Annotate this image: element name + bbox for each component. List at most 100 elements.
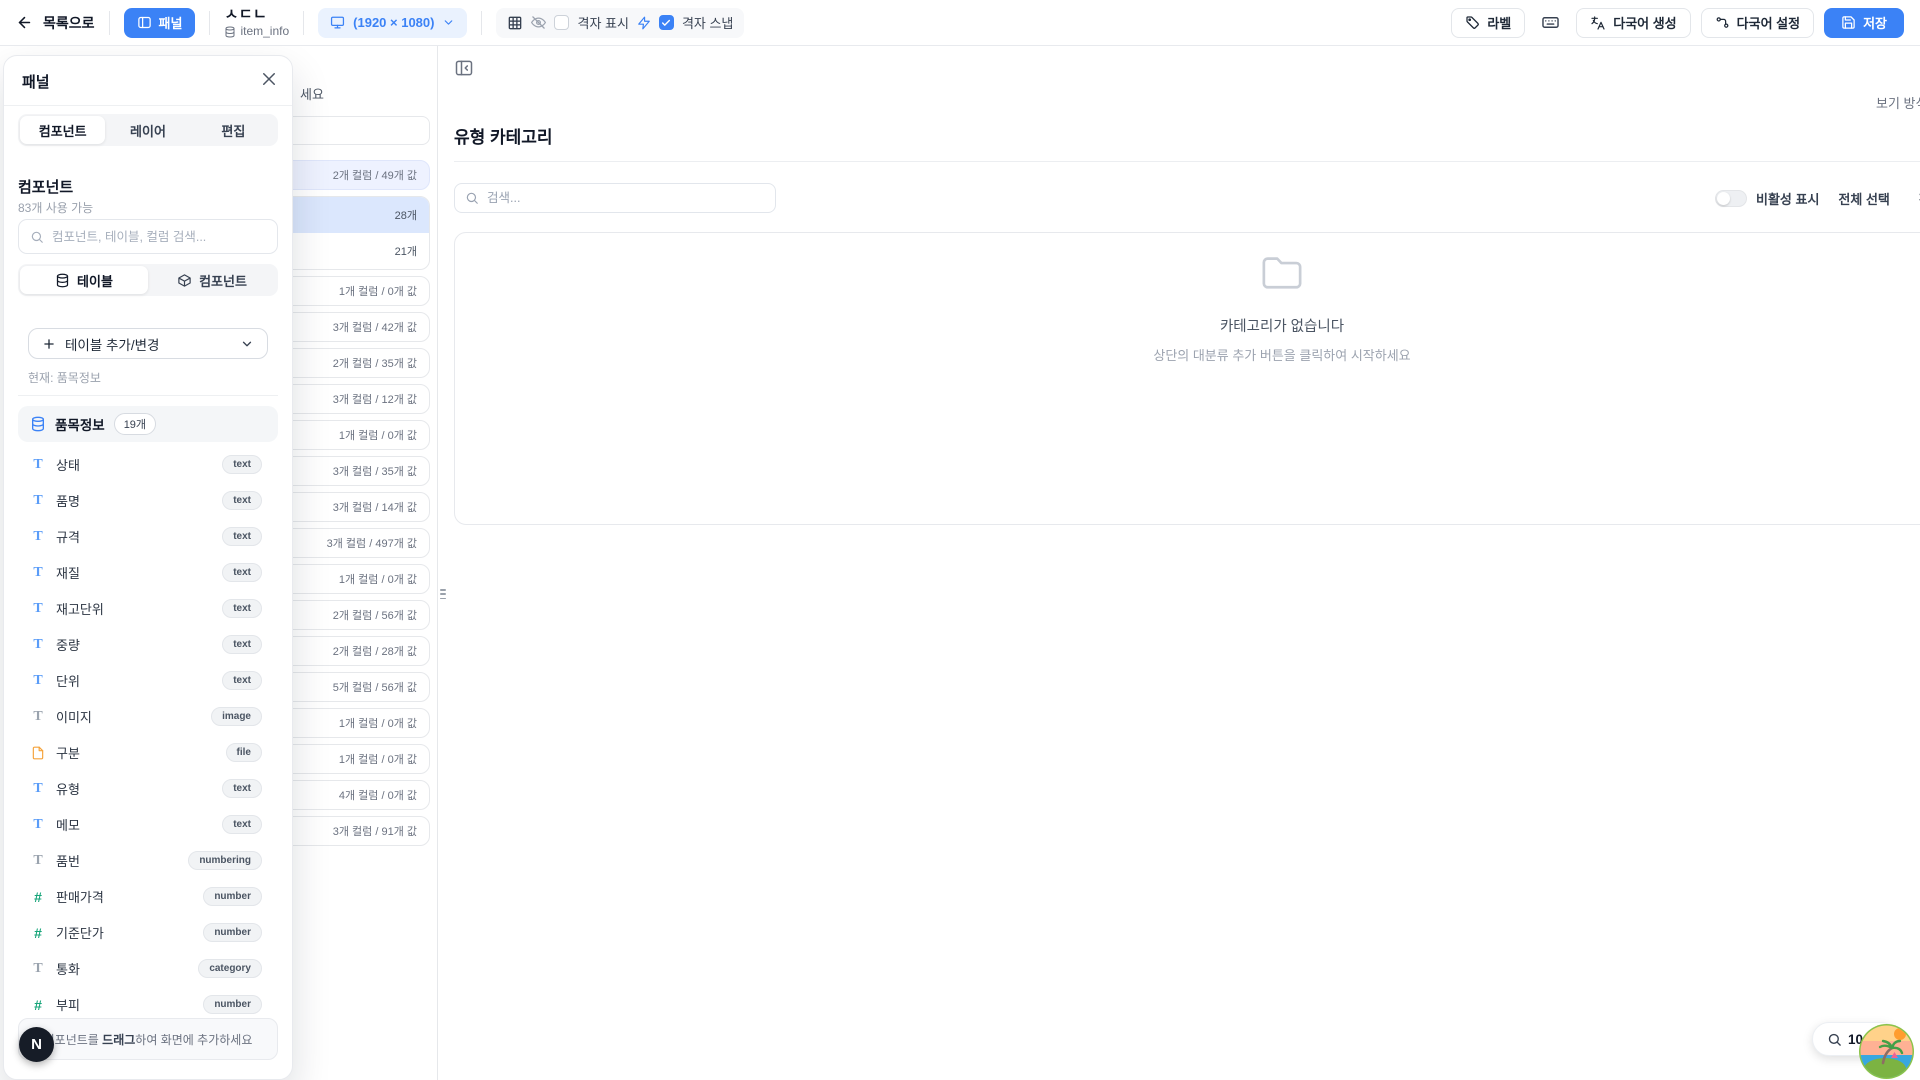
field-type-badge: text	[222, 815, 262, 834]
i18n-generate-button[interactable]: 다국어 생성	[1576, 8, 1690, 38]
panel-tabs: 컴포넌트 레이어 편집	[18, 114, 278, 146]
grid-snap-label: 격자 스냅	[682, 13, 733, 32]
field-label: 상태	[56, 455, 80, 474]
field-type-badge: text	[222, 455, 262, 474]
number-type-icon: #	[30, 998, 46, 1012]
add-table-dropdown[interactable]: 테이블 추가/변경	[28, 328, 268, 359]
document-info: ㅅㄷㄴ item_info	[224, 6, 289, 39]
field-row[interactable]: T품명text	[18, 484, 278, 517]
field-label: 기준단가	[56, 923, 104, 942]
component-count: 83개 사용 가능	[18, 199, 93, 216]
search-icon	[465, 191, 479, 205]
field-row[interactable]: T품번numbering	[18, 844, 278, 877]
field-label: 품번	[56, 851, 80, 870]
panel-divider	[18, 395, 278, 396]
field-row[interactable]: T재고단위text	[18, 592, 278, 625]
document-title: ㅅㄷㄴ	[224, 6, 289, 23]
category-search[interactable]	[454, 183, 776, 213]
source-tab-component-label: 컴포넌트	[199, 271, 247, 290]
close-icon[interactable]	[260, 70, 278, 88]
field-row[interactable]: #판매가격number	[18, 880, 278, 913]
component-search-input[interactable]	[52, 230, 266, 244]
field-label: 부피	[56, 995, 80, 1014]
search-icon	[30, 230, 44, 244]
source-tab-table[interactable]: 테이블	[20, 266, 148, 294]
app-root: 목록으로 패널 ㅅㄷㄴ item_info (1920 × 1080) 격자 표…	[0, 0, 1920, 1080]
keyboard-shortcuts-button[interactable]	[1535, 8, 1566, 38]
components-panel: 패널 컴포넌트 레이어 편집 컴포넌트 83개 사용 가능 테이블 컴포넌트	[3, 55, 293, 1080]
tab-components[interactable]: 컴포넌트	[20, 116, 105, 144]
panel-divider	[4, 105, 292, 106]
field-type-badge: text	[222, 635, 262, 654]
table-item[interactable]: 품목정보 19개	[18, 406, 278, 442]
category-controls: 비활성 표시 전체 선택 전	[1715, 183, 1920, 213]
toolbar-separator	[481, 11, 482, 35]
field-type-badge: text	[222, 563, 262, 582]
field-label: 규격	[56, 527, 80, 546]
panel-left-icon	[137, 15, 152, 30]
field-label: 단위	[56, 671, 80, 690]
inactive-toggle[interactable]	[1715, 190, 1747, 207]
database-icon	[30, 416, 46, 432]
field-list: T 상태 text T품명text T 규격 text T 재질 text T재고단위text T 중량…	[18, 448, 278, 1024]
field-row[interactable]: #기준단가number	[18, 916, 278, 949]
field-row[interactable]: #부피number	[18, 988, 278, 1021]
field-type-badge: text	[222, 779, 262, 798]
resolution-label: (1920 × 1080)	[353, 15, 434, 30]
field-row[interactable]: T 상태 text	[18, 448, 278, 481]
translate-icon	[1590, 15, 1606, 31]
chevron-down-icon	[442, 16, 455, 29]
field-row[interactable]: T메모text	[18, 808, 278, 841]
empty-state-subtitle: 상단의 대분류 추가 버튼을 클릭하여 시작하세요	[1082, 345, 1482, 364]
back-label: 목록으로	[43, 13, 95, 33]
field-row[interactable]: T중량text	[18, 628, 278, 661]
text-type-icon: T	[30, 674, 46, 688]
label-button[interactable]: 라벨	[1451, 8, 1525, 38]
panel-toggle-button[interactable]: 패널	[124, 8, 196, 38]
field-row[interactable]: T통화category	[18, 952, 278, 985]
panel-left-close-icon	[454, 58, 474, 78]
grid-snap-checkbox[interactable]	[659, 15, 674, 30]
field-label: 구분	[56, 743, 80, 762]
i18n-settings-button[interactable]: 다국어 설정	[1701, 8, 1814, 38]
field-row[interactable]: T재질text	[18, 556, 278, 589]
field-label: 품명	[56, 491, 80, 510]
field-row[interactable]: T유형text	[18, 772, 278, 805]
category-search-input[interactable]	[487, 191, 765, 205]
toolbar-separator	[209, 11, 210, 35]
field-row[interactable]: T규격text	[18, 520, 278, 553]
table-count-badge: 19개	[114, 413, 156, 435]
tab-edit[interactable]: 편집	[191, 116, 276, 144]
plus-icon	[42, 337, 56, 351]
component-search[interactable]	[18, 219, 278, 254]
database-icon	[224, 26, 236, 38]
save-button[interactable]: 저장	[1824, 8, 1904, 38]
resolution-selector[interactable]: (1920 × 1080)	[318, 8, 467, 38]
drag-hint-suffix: 하여 화면에 추가하세요	[135, 1033, 252, 1047]
table-name: 품목정보	[55, 414, 105, 434]
text-type-icon: T	[30, 458, 46, 472]
field-type-badge: file	[226, 743, 262, 762]
database-icon	[55, 273, 70, 288]
check-icon	[661, 18, 671, 28]
save-label: 저장	[1863, 13, 1887, 32]
collapse-sidebar-button[interactable]	[454, 58, 476, 80]
i18n-settings-label: 다국어 설정	[1737, 13, 1800, 32]
field-row[interactable]: T이미지image	[18, 700, 278, 733]
folder-icon	[1259, 251, 1305, 293]
field-label: 중량	[56, 635, 80, 654]
save-icon	[1841, 15, 1856, 30]
select-all-button[interactable]: 전체 선택	[1838, 189, 1889, 208]
source-tab-component[interactable]: 컴포넌트	[148, 266, 276, 294]
field-type-badge: category	[198, 959, 262, 978]
field-label: 재질	[56, 563, 80, 582]
tab-layers[interactable]: 레이어	[105, 116, 190, 144]
text-type-icon: T	[30, 530, 46, 544]
text-type-icon: T	[30, 782, 46, 796]
field-row[interactable]: T단위text	[18, 664, 278, 697]
back-to-list-button[interactable]: 목록으로	[16, 13, 95, 33]
drawer-resize-grip[interactable]	[440, 589, 446, 599]
number-type-icon: #	[30, 890, 46, 904]
field-row[interactable]: 구분 file	[18, 736, 278, 769]
grid-show-checkbox[interactable]	[554, 15, 569, 30]
